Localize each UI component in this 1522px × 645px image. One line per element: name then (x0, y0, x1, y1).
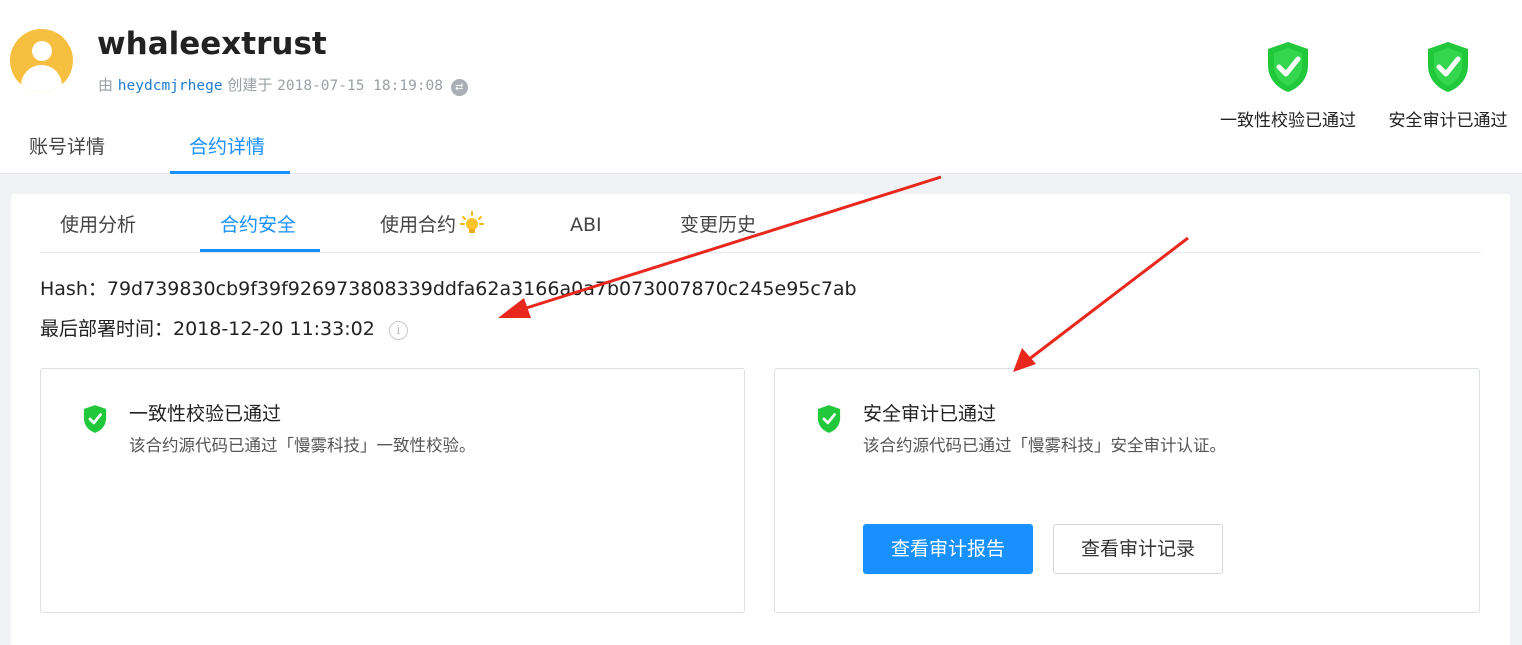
deploy-time: 2018-12-20 11:33:02 (173, 318, 375, 340)
deploy-time-row: 最后部署时间：2018-12-20 11:33:02 i (40, 315, 408, 343)
consistency-badge-label: 一致性校验已通过 (1220, 111, 1356, 131)
tab-contract-details[interactable]: 合约详情 (189, 132, 265, 162)
shield-check-icon (1428, 42, 1468, 92)
created-time: 2018-07-15 18:19:08 (277, 78, 444, 94)
audit-desc: 该合约源代码已通过「慢雾科技」安全审计认证。 (863, 436, 1226, 455)
shield-check-icon (1268, 42, 1308, 92)
account-header: whaleextrust 由 heydcmjrhege 创建于 2018-07-… (0, 0, 1522, 174)
consistency-panel: 一致性校验已通过 该合约源代码已通过「慢雾科技」一致性校验。 (40, 368, 745, 613)
shield-check-icon (83, 405, 107, 433)
view-audit-report-button[interactable]: 查看审计报告 (863, 524, 1033, 574)
account-meta: 由 heydcmjrhege 创建于 2018-07-15 18:19:08 ⇄ (98, 74, 468, 97)
active-tab-indicator (170, 171, 290, 174)
by-label: 由 (98, 76, 114, 94)
bulb-icon (460, 211, 485, 233)
audit-panel: 安全审计已通过 该合约源代码已通过「慢雾科技」安全审计认证。 查看审计报告 查看… (774, 368, 1480, 613)
tab-abi[interactable]: ABI (570, 210, 602, 240)
tab-use-contract[interactable]: 使用合约 (380, 210, 485, 240)
contract-hash-row: Hash：79d739830cb9f39f926973808339ddfa62a… (40, 275, 857, 303)
tab-contract-security[interactable]: 合约安全 (220, 210, 296, 240)
tab-usage-analysis[interactable]: 使用分析 (60, 210, 136, 240)
avatar (10, 29, 73, 92)
hash-value: 79d739830cb9f39f926973808339ddfa62a3166a… (106, 278, 857, 300)
creator-link[interactable]: heydcmjrhege (118, 78, 223, 94)
tab-account-details[interactable]: 账号详情 (29, 132, 105, 162)
swap-icon[interactable]: ⇄ (450, 79, 468, 96)
deploy-label: 最后部署时间： (40, 318, 174, 340)
audit-badge: 安全审计已通过 (1373, 40, 1522, 131)
tab-use-contract-label: 使用合约 (380, 214, 457, 236)
view-audit-records-button[interactable]: 查看审计记录 (1053, 524, 1223, 574)
consistency-title: 一致性校验已通过 (129, 403, 282, 425)
audit-badge-label: 安全审计已通过 (1388, 111, 1508, 131)
shield-check-icon (817, 405, 841, 433)
sub-tab-bar: 使用分析 合约安全 使用合约 ABI 变更历史 (40, 194, 1481, 253)
info-icon[interactable]: i (388, 321, 408, 340)
account-name: whaleextrust (97, 26, 327, 62)
consistency-badge: 一致性校验已通过 (1213, 40, 1363, 131)
created-label: 创建于 (227, 76, 273, 94)
contract-card: 使用分析 合约安全 使用合约 ABI 变更历史 Hash：79d739830cb… (11, 194, 1510, 645)
active-subtab-indicator (200, 249, 320, 252)
audit-title: 安全审计已通过 (863, 403, 997, 425)
hash-label: Hash： (40, 278, 107, 300)
consistency-desc: 该合约源代码已通过「慢雾科技」一致性校验。 (129, 436, 476, 455)
tab-change-history[interactable]: 变更历史 (680, 210, 756, 240)
